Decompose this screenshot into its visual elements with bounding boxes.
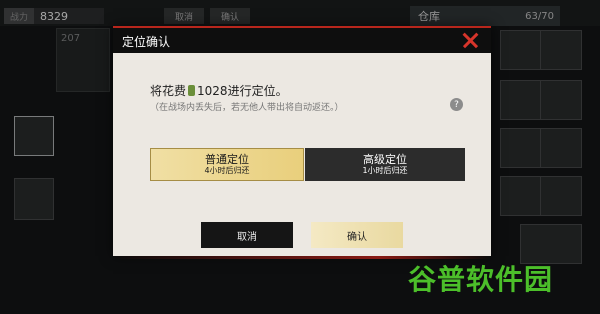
cost-amount: 1028 [197,83,228,98]
cancel-button[interactable]: 取消 [201,222,293,248]
option-detail: 1小时后归还 [362,165,408,175]
confirm-button[interactable]: 确认 [311,222,403,248]
option-normal-locate[interactable]: 普通定位 4小时后归还 [150,148,304,181]
option-name: 高级定位 [363,152,407,166]
close-icon[interactable] [460,30,480,50]
option-advanced-locate[interactable]: 高级定位 1小时后归还 [305,148,465,181]
cost-suffix: 进行定位。 [227,84,288,98]
dialog-body: 将花费 1028 进行定位。 （在战场内丢失后，若无他人带出将自动返还。） ? … [113,51,491,256]
hint-text: （在战场内丢失后，若无他人带出将自动返还。） [150,103,344,113]
watermark: 谷普软件园 [408,263,554,296]
option-name: 普通定位 [205,152,249,166]
dialog-title: 定位确认 [122,35,171,49]
dialog-header: 定位确认 [113,26,491,53]
cost-prefix: 将花费 [150,84,187,98]
help-icon[interactable]: ? [450,98,463,111]
option-detail: 4小时后归还 [204,165,250,175]
currency-icon [188,85,196,96]
location-confirm-dialog: 定位确认 将花费 1028 进行定位。 （在战场内丢失后，若无他人带出将自动返还… [113,26,491,256]
cost-text: 将花费 1028 进行定位。 [150,82,288,99]
